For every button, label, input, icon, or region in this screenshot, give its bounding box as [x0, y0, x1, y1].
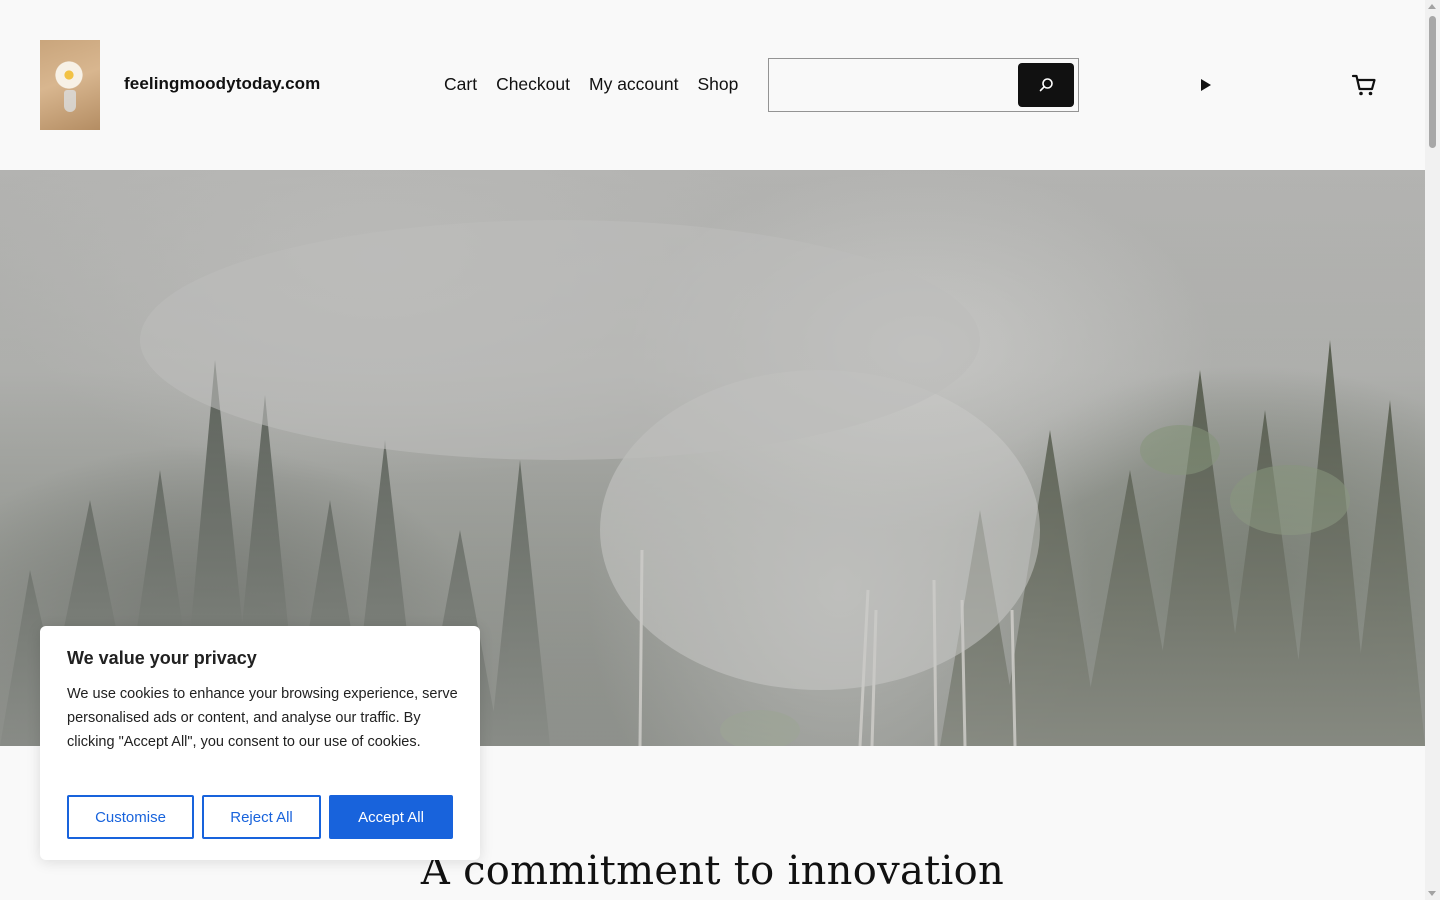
site-header: feelingmoodytoday.com Cart Checkout My a… — [0, 0, 1425, 170]
cookie-banner-title: We value your privacy — [67, 648, 257, 668]
site-logo[interactable] — [40, 40, 100, 130]
reject-all-button[interactable]: Reject All — [202, 795, 321, 839]
search-input[interactable] — [773, 63, 1015, 107]
nav-item-checkout[interactable]: Checkout — [496, 74, 570, 95]
site-title[interactable]: feelingmoodytoday.com — [124, 74, 320, 94]
search-icon — [1039, 78, 1053, 92]
page-scrollbar[interactable] — [1425, 0, 1440, 900]
logo-vase-graphic — [64, 90, 76, 112]
cookie-banner-body: We use cookies to enhance your browsing … — [67, 686, 458, 750]
scroll-up-arrow-icon[interactable] — [1428, 4, 1436, 9]
nav-item-my-account[interactable]: My account — [589, 74, 678, 95]
nav-item-cart[interactable]: Cart — [444, 74, 477, 95]
nav-item-shop[interactable]: Shop — [697, 74, 738, 95]
main-nav: Cart Checkout My account Shop — [444, 74, 757, 95]
scrollbar-thumb[interactable] — [1429, 16, 1436, 148]
search-button[interactable] — [1018, 63, 1074, 107]
customise-button[interactable]: Customise — [67, 795, 194, 839]
play-icon[interactable] — [1201, 79, 1211, 91]
cart-icon[interactable] — [1351, 72, 1377, 98]
search-box — [768, 58, 1079, 112]
logo-flower-graphic — [52, 58, 86, 92]
accept-all-button[interactable]: Accept All — [329, 795, 453, 839]
cookie-consent-banner: We value your privacy We use cookies to … — [40, 626, 480, 860]
scroll-down-arrow-icon[interactable] — [1428, 891, 1436, 896]
